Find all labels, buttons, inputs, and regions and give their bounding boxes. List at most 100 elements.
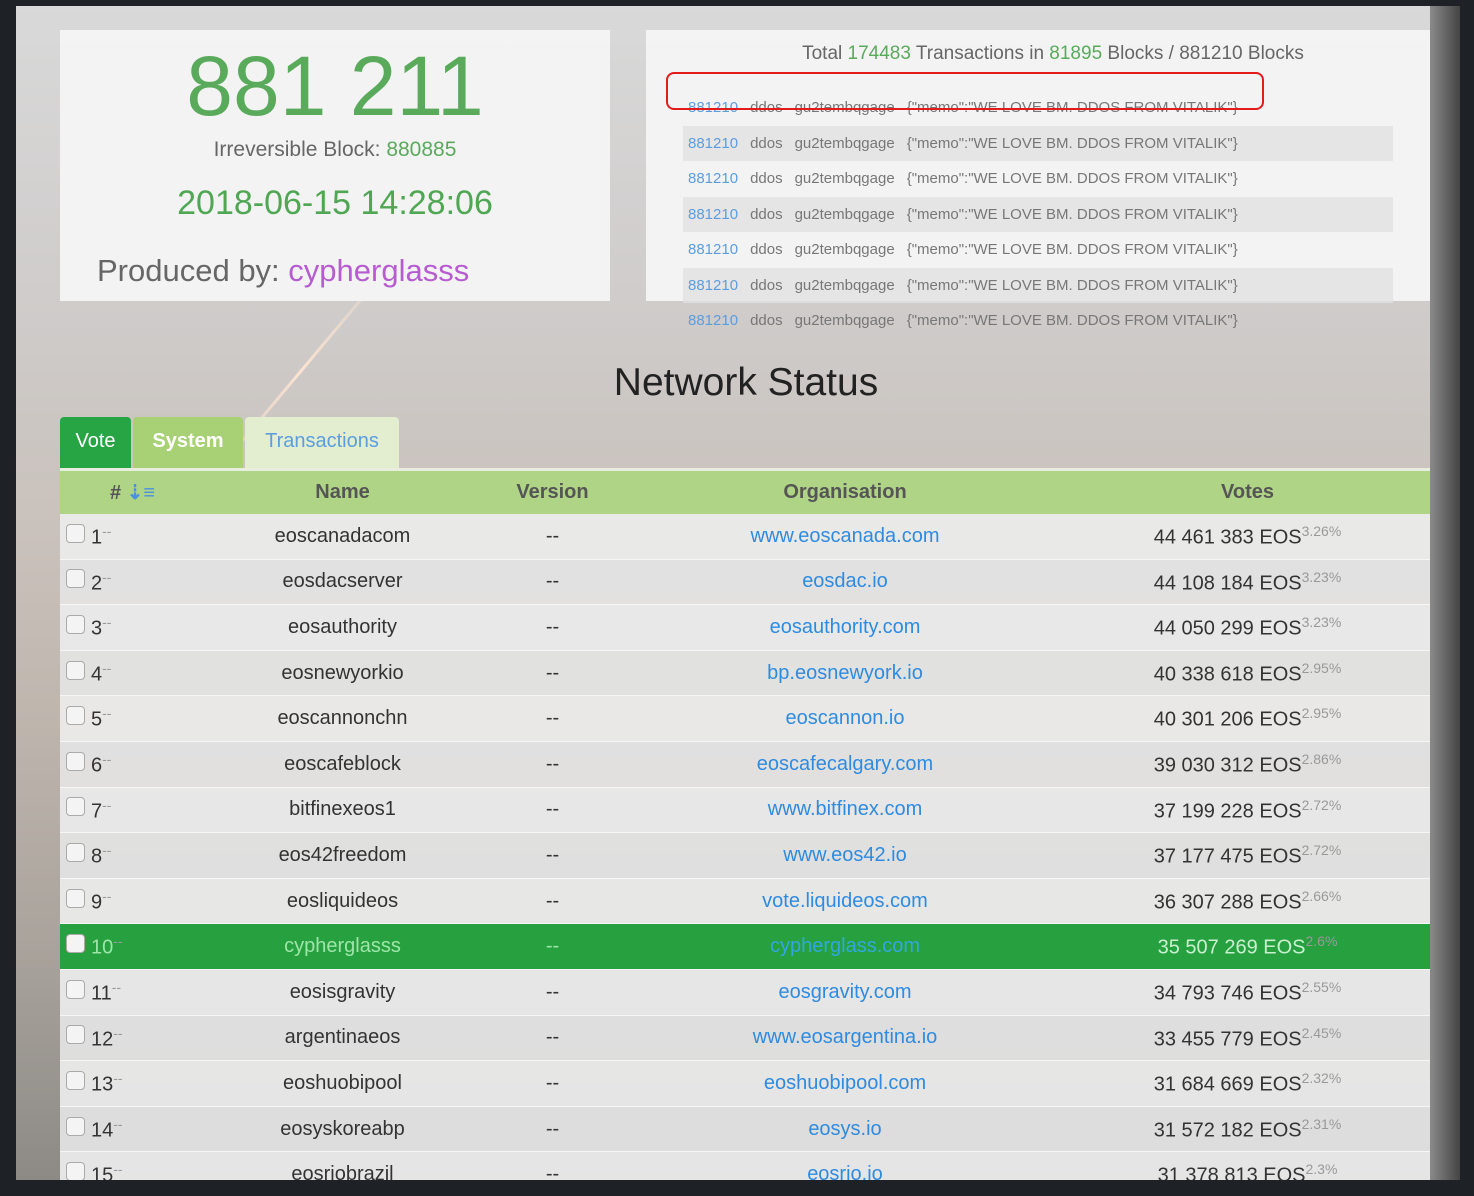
transaction-row: 881210 ddos gu2tembqgage {"memo":"WE LOVE B…: [683, 196, 1393, 232]
header-version[interactable]: Version: [480, 481, 625, 504]
vote-checkbox[interactable]: [66, 706, 85, 726]
tx-block-link[interactable]: 881210: [688, 206, 738, 223]
red-annotation-circle: [666, 72, 1264, 110]
organisation-link[interactable]: eosauthority.com: [625, 616, 1065, 639]
organisation-link[interactable]: eoscannon.io: [625, 707, 1065, 730]
votes-percent: 2.72%: [1301, 842, 1342, 859]
vote-checkbox[interactable]: [66, 842, 85, 862]
table-row[interactable]: 1-- eoscanadacom -- www.eoscanada.com 44…: [60, 514, 1430, 560]
table-row[interactable]: 11-- eosisgravity -- eosgravity.com 34 7…: [60, 969, 1430, 1016]
irreversible-value: 880885: [386, 138, 457, 161]
vote-checkbox[interactable]: [66, 660, 85, 680]
organisation-link[interactable]: www.eosargentina.io: [625, 1026, 1065, 1049]
transaction-row: 881210 ddos gu2tembqgage {"memo":"WE LOVE B…: [683, 303, 1250, 338]
votes: 35 507 269 EOS2.6%: [1065, 933, 1430, 960]
tx-block-link[interactable]: 881210: [688, 241, 738, 258]
vote-checkbox[interactable]: [66, 1070, 85, 1090]
version: --: [545, 889, 560, 912]
table-row[interactable]: 6-- eoscafeblock -- eoscafecalgary.com 3…: [60, 741, 1430, 788]
rank-change: --: [102, 887, 112, 904]
tx-account: gu2tembqgage: [794, 205, 895, 223]
producer-name: eoshuobipool: [283, 1071, 402, 1094]
rank: 10--: [91, 933, 123, 960]
table-row[interactable]: 5-- eoscannonchn -- eoscannon.io 40 301 …: [60, 696, 1430, 742]
votes: 31 572 182 EOS2.31%: [1065, 1116, 1430, 1143]
organisation-link[interactable]: www.bitfinex.com: [625, 798, 1065, 821]
rank-cell: 4--: [60, 660, 205, 687]
table-row[interactable]: 7-- bitfinexeos1 -- www.bitfinex.com 37 …: [60, 787, 1430, 834]
vote-checkbox[interactable]: [66, 934, 85, 954]
vote-checkbox[interactable]: [66, 1162, 85, 1180]
sort-desc-icon[interactable]: ⇣≡: [127, 482, 155, 504]
rank: 6--: [91, 751, 111, 778]
rank-cell: 15--: [60, 1161, 205, 1180]
header-organisation[interactable]: Organisation: [625, 481, 1065, 504]
rank: 8--: [91, 842, 111, 869]
votes-amount: 33 455 779 EOS: [1153, 1028, 1302, 1051]
tab-vote[interactable]: Vote: [60, 417, 131, 468]
rank: 1--: [91, 523, 111, 550]
vote-checkbox[interactable]: [66, 888, 85, 908]
rank-number: 6: [91, 754, 103, 777]
produced-label: Produced by:: [97, 253, 280, 288]
organisation-link[interactable]: eoshuobipool.com: [625, 1072, 1065, 1095]
tx-block-link[interactable]: 881210: [688, 277, 738, 294]
vote-checkbox[interactable]: [66, 751, 85, 771]
organisation-link[interactable]: eosys.io: [625, 1118, 1065, 1141]
table-row[interactable]: 8-- eos42freedom -- www.eos42.io 37 177 …: [60, 833, 1430, 879]
rank-cell: 10--: [60, 933, 205, 960]
organisation-link[interactable]: eoscafecalgary.com: [625, 753, 1065, 776]
table-row[interactable]: 13-- eoshuobipool -- eoshuobipool.com 31…: [60, 1061, 1430, 1107]
transaction-row: 881210 ddos gu2tembqgage {"memo":"WE LOVE B…: [683, 232, 1250, 267]
votes-percent: 2.95%: [1301, 659, 1342, 676]
table-row[interactable]: 12-- argentinaeos -- www.eosargentina.io…: [60, 1015, 1430, 1062]
organisation-link[interactable]: eosdac.io: [625, 570, 1065, 593]
votes-amount: 34 793 746 EOS: [1153, 982, 1302, 1005]
table-row[interactable]: 3-- eosauthority -- eosauthority.com 44 …: [60, 605, 1430, 651]
vote-checkbox[interactable]: [66, 1116, 85, 1136]
vote-checkbox[interactable]: [66, 614, 85, 634]
table-row[interactable]: 9-- eosliquideos -- vote.liquideos.com 3…: [60, 878, 1430, 925]
tx-action: ddos: [750, 205, 783, 223]
tx-block-link[interactable]: 881210: [688, 170, 738, 187]
votes-amount: 40 301 206 EOS: [1153, 709, 1302, 731]
page: 881 211 Irreversible Block: 880885 2018-…: [16, 6, 1460, 1180]
organisation-link[interactable]: eosgravity.com: [625, 981, 1065, 1004]
table-row[interactable]: 4-- eosnewyorkio -- bp.eosnewyork.io 40 …: [60, 650, 1430, 697]
table-row[interactable]: 14-- eosyskoreabp -- eosys.io 31 572 182…: [60, 1106, 1430, 1153]
rank-number: 11: [91, 982, 112, 1005]
summary-prefix: Total: [802, 43, 843, 64]
header-name[interactable]: Name: [205, 481, 480, 504]
tx-block-link[interactable]: 881210: [688, 312, 738, 329]
votes-amount: 39 030 312 EOS: [1153, 754, 1302, 777]
header-rank[interactable]: # ⇣≡: [60, 480, 205, 505]
head-block-number: 881 211: [186, 39, 484, 133]
vote-checkbox[interactable]: [66, 1025, 85, 1045]
table-row[interactable]: 2-- eosdacserver -- eosdac.io 44 108 184…: [60, 559, 1430, 606]
producer-name[interactable]: cypherglasss: [288, 253, 469, 288]
producer-name: eos42freedom: [278, 843, 407, 866]
table-row[interactable]: 10-- cypherglasss -- cypherglass.com 35 …: [60, 924, 1430, 970]
vote-checkbox[interactable]: [66, 569, 85, 589]
rank: 13--: [91, 1070, 123, 1097]
vote-checkbox[interactable]: [66, 979, 85, 999]
organisation-link[interactable]: www.eos42.io: [625, 844, 1065, 867]
votes-amount: 35 507 269 EOS: [1157, 936, 1306, 959]
window-edge: [1430, 6, 1460, 1180]
rank-change: --: [113, 1161, 123, 1178]
organisation-link[interactable]: www.eoscanada.com: [625, 525, 1065, 548]
organisation-link[interactable]: bp.eosnewyork.io: [625, 662, 1065, 685]
header-votes[interactable]: Votes: [1065, 481, 1430, 504]
rank-change: --: [102, 705, 112, 722]
tab-transactions[interactable]: Transactions: [245, 417, 399, 468]
vote-checkbox[interactable]: [66, 797, 85, 817]
rank-number: 7: [91, 800, 103, 823]
vote-checkbox[interactable]: [66, 523, 85, 543]
organisation-link[interactable]: vote.liquideos.com: [625, 890, 1065, 913]
organisation-link[interactable]: eosrio.io: [625, 1163, 1065, 1180]
tab-system[interactable]: System: [133, 417, 243, 468]
tx-block-link[interactable]: 881210: [688, 135, 738, 152]
votes: 37 177 475 EOS2.72%: [1065, 842, 1430, 869]
organisation-link[interactable]: cypherglass.com: [625, 935, 1065, 958]
table-row[interactable]: 15-- eosriobrazil -- eosrio.io 31 378 81…: [60, 1152, 1430, 1180]
